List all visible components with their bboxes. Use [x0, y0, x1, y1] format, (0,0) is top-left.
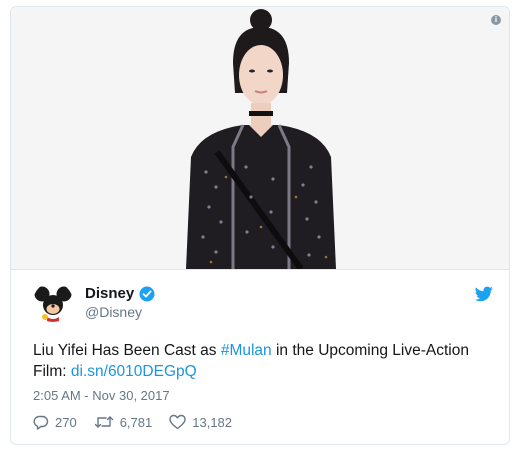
- retweet-count: 6,781: [119, 414, 153, 430]
- reply-button[interactable]: 270: [33, 414, 77, 430]
- reply-count: 270: [55, 414, 77, 430]
- author-handle[interactable]: @Disney: [85, 304, 142, 320]
- tweet-text: Liu Yifei Has Been Cast as #Mulan in the…: [33, 340, 503, 382]
- url-link[interactable]: di.sn/6010DEGpQ: [71, 363, 197, 380]
- reply-icon: [33, 415, 49, 430]
- tweet-timestamp[interactable]: 2:05 AM - Nov 30, 2017: [33, 388, 170, 403]
- tweet-text-part: Liu Yifei Has Been Cast as: [33, 342, 221, 359]
- like-count: 13,182: [192, 414, 233, 430]
- hashtag-link[interactable]: #Mulan: [221, 342, 272, 359]
- info-icon[interactable]: i: [491, 15, 501, 25]
- heart-icon: [169, 414, 186, 430]
- verified-badge-icon: [139, 286, 155, 302]
- mickey-avatar-icon: [33, 282, 73, 322]
- retweet-icon: [94, 416, 113, 428]
- photo-illustration: [11, 7, 509, 269]
- retweet-button[interactable]: 6,781: [94, 414, 153, 430]
- twitter-bird-icon[interactable]: [475, 286, 493, 302]
- tweet-actions: 270 6,781 13,182: [33, 412, 249, 432]
- tweet-photo[interactable]: i: [11, 7, 509, 270]
- avatar[interactable]: [33, 282, 73, 322]
- author-name[interactable]: Disney: [85, 285, 134, 302]
- tweet-card[interactable]: i Disney @Disney Liu Yifei Has Been Cast…: [10, 6, 510, 445]
- like-button[interactable]: 13,182: [169, 414, 232, 430]
